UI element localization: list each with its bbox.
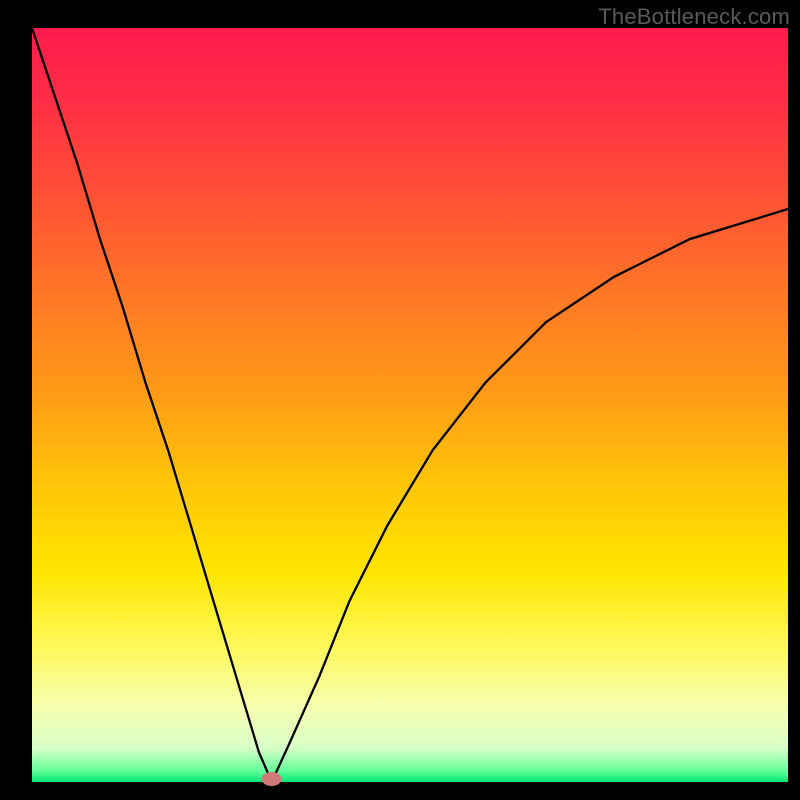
- optimal-point-marker: [262, 772, 282, 786]
- bottleneck-chart: [0, 0, 800, 800]
- chart-frame: { "watermark": "TheBottleneck.com", "plo…: [0, 0, 800, 800]
- plot-background: [32, 28, 788, 782]
- watermark-text: TheBottleneck.com: [598, 4, 790, 30]
